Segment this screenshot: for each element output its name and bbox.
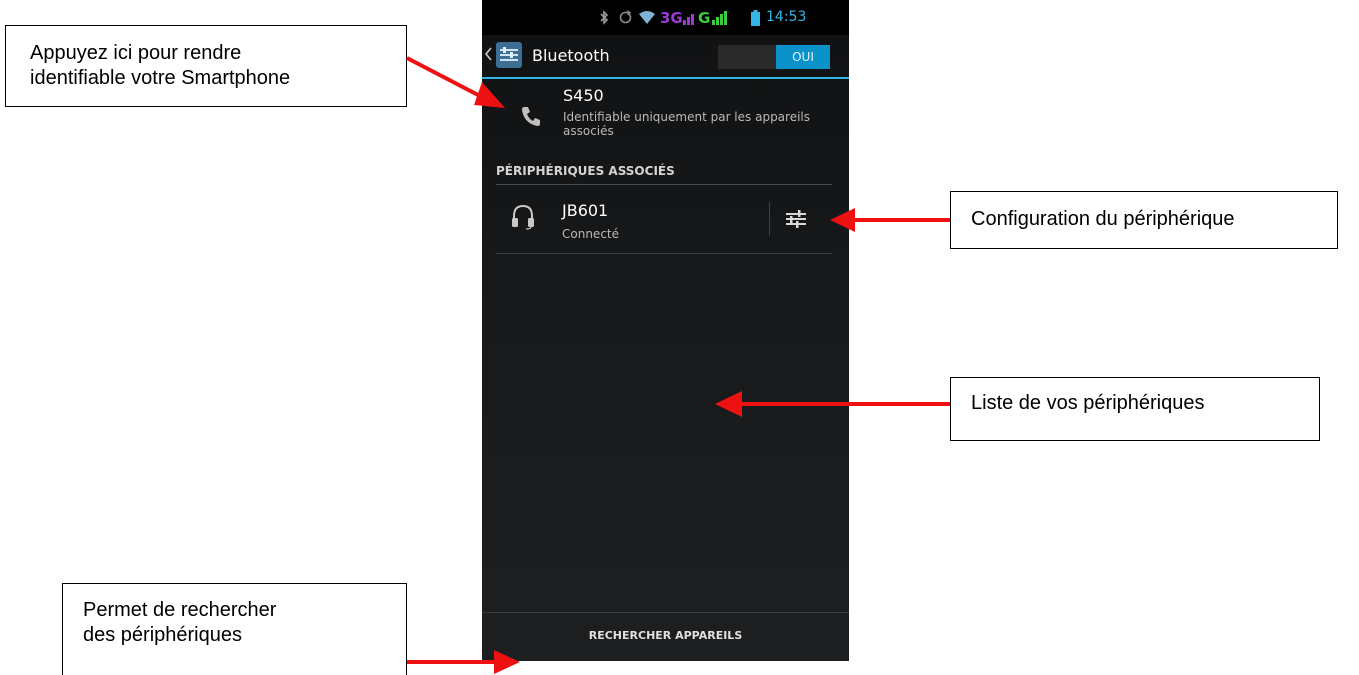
arrow-to-device-list xyxy=(715,391,950,417)
arrow-to-device-visibility xyxy=(406,56,505,108)
arrow-to-device-config xyxy=(830,208,950,232)
annotation-arrows xyxy=(406,56,950,674)
arrow-to-search-button xyxy=(407,650,520,674)
